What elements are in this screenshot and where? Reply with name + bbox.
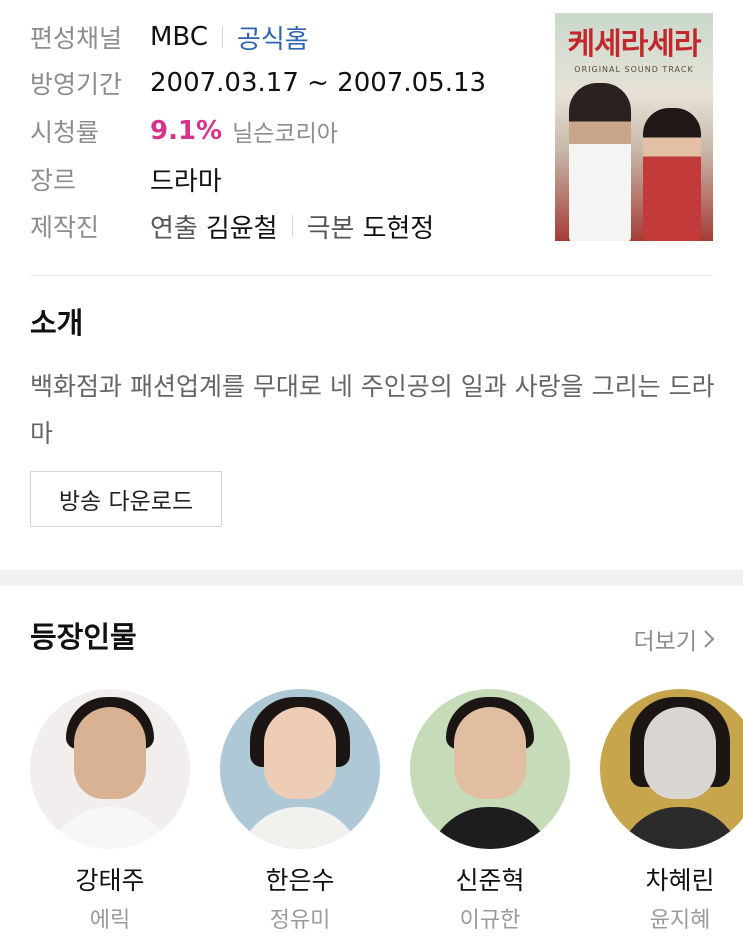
director-role: 연출 — [150, 213, 198, 244]
cast-title: 등장인물 — [30, 620, 137, 654]
poster-subtitle: ORIGINAL SOUND TRACK — [574, 65, 694, 74]
character-name: 한은수 — [265, 866, 335, 895]
actor-name: 윤지혜 — [649, 908, 711, 933]
avatar — [600, 689, 743, 849]
crew-row: 제작진 연출 김윤철 극본 도현정 — [30, 206, 434, 246]
period-row: 방영기간 2007.03.17 ~ 2007.05.13 — [30, 63, 486, 103]
poster-figure-woman — [643, 108, 701, 241]
drama-poster[interactable]: 케세라세라 ORIGINAL SOUND TRACK — [555, 13, 713, 241]
channel-row: 편성채널 MBC 공식홈 — [30, 17, 309, 57]
more-link[interactable]: 더보기 — [634, 622, 715, 656]
poster-title: 케세라세라 — [567, 27, 702, 62]
director-name[interactable]: 김윤철 — [206, 208, 278, 245]
period-label: 방영기간 — [30, 70, 123, 99]
intro-title: 소개 — [30, 306, 84, 340]
rating-label: 시청률 — [30, 118, 100, 147]
rating-value: 9.1% — [150, 116, 223, 146]
cast-list: 강태주 에릭 한은수 정유미 신준혁 이규한 차혜린 윤지혜 — [0, 689, 743, 951]
divider — [291, 215, 293, 237]
avatar — [410, 689, 570, 849]
avatar — [220, 689, 380, 849]
cast-section: 등장인물 더보기 강태주 에릭 한은수 정유미 신준혁 이규한 차혜린 윤지혜 — [0, 586, 743, 951]
crew-label: 제작진 — [30, 213, 100, 242]
writer-name[interactable]: 도현정 — [362, 208, 434, 245]
section-gap — [0, 570, 743, 586]
genre-label: 장르 — [30, 166, 77, 195]
intro-section: 소개 백화점과 패션업계를 무대로 네 주인공의 일과 사랑을 그리는 드라마 … — [0, 276, 743, 570]
avatar — [30, 689, 190, 849]
actor-name: 이규한 — [459, 908, 521, 933]
channel-label: 편성채널 — [30, 24, 123, 53]
more-label: 더보기 — [633, 629, 697, 655]
character-name: 강태주 — [75, 866, 145, 895]
poster-figure-man — [569, 83, 631, 241]
genre-value: 드라마 — [150, 166, 222, 197]
divider — [221, 26, 223, 48]
character-name: 신준혁 — [455, 866, 525, 895]
character-name: 차혜린 — [645, 866, 715, 895]
channel-value: MBC — [150, 22, 208, 52]
rating-source: 닐슨코리아 — [232, 121, 338, 147]
chevron-right-icon — [704, 630, 715, 648]
program-info: 편성채널 MBC 공식홈 방영기간 2007.03.17 ~ 2007.05.1… — [0, 0, 743, 276]
official-site-link[interactable]: 공식홈 — [237, 19, 309, 56]
writer-role: 극본 — [306, 213, 355, 244]
actor-name: 정유미 — [269, 908, 331, 933]
rating-row: 시청률 9.1% 닐슨코리아 — [30, 111, 338, 151]
genre-row: 장르 드라마 — [30, 159, 222, 199]
download-button[interactable]: 방송 다운로드 — [30, 471, 222, 527]
period-value: 2007.03.17 ~ 2007.05.13 — [150, 68, 487, 98]
intro-description: 백화점과 패션업계를 무대로 네 주인공의 일과 사랑을 그리는 드라마 — [30, 372, 715, 448]
actor-name: 에릭 — [89, 908, 131, 933]
